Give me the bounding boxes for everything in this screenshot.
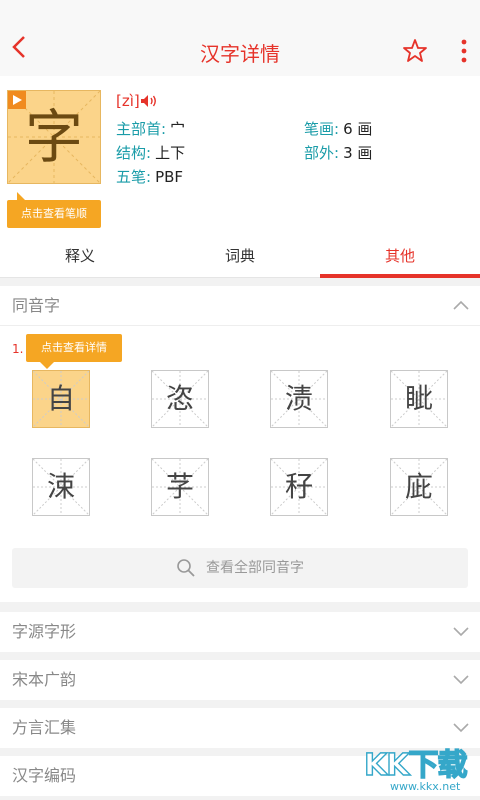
radical-value: 宀 bbox=[170, 120, 186, 138]
pinyin: [zì] bbox=[116, 92, 140, 110]
homophone-char: 恣 bbox=[165, 382, 194, 415]
app-header: 汉字详情 bbox=[0, 0, 480, 76]
tab-dictionary[interactable]: 词典 bbox=[160, 238, 320, 278]
homophone-char: 芓 bbox=[165, 470, 194, 503]
structure-label: 结构: bbox=[116, 144, 152, 162]
homophones-title: 同音字 bbox=[12, 296, 61, 315]
watermark-url: www.kkx.net bbox=[390, 780, 461, 793]
homophones-header[interactable]: 同音字 bbox=[0, 286, 480, 326]
radical-label: 主部首: bbox=[116, 120, 167, 138]
homophone-char-cell[interactable]: 秄 bbox=[270, 458, 328, 516]
tab-label: 释义 bbox=[64, 247, 95, 265]
strokes-row: 笔画: 6 画 bbox=[304, 118, 372, 139]
homophone-char-cell[interactable]: 渍 bbox=[270, 370, 328, 428]
homophone-char-cell[interactable]: 庛 bbox=[390, 458, 448, 516]
tab-label: 词典 bbox=[224, 247, 255, 265]
homophone-char: 庛 bbox=[404, 470, 433, 503]
outside-strokes-label: 部外: bbox=[304, 144, 340, 162]
structure-value: 上下 bbox=[155, 144, 186, 162]
chevron-down-icon bbox=[453, 723, 469, 733]
radical-row: 主部首: 宀 bbox=[116, 118, 185, 139]
strokes-label: 笔画: bbox=[304, 120, 340, 138]
chevron-down-icon bbox=[453, 627, 469, 637]
search-icon bbox=[177, 559, 195, 577]
chevron-down-icon bbox=[453, 675, 469, 685]
homophone-char: 渍 bbox=[284, 382, 313, 415]
detail-tooltip: 点击查看详情 bbox=[26, 334, 122, 369]
homophone-char: 秄 bbox=[284, 470, 313, 503]
character-box[interactable]: 字 bbox=[7, 90, 101, 184]
homophone-char-cell[interactable]: 眦 bbox=[390, 370, 448, 428]
section-title: 汉字编码 bbox=[12, 766, 77, 785]
homophone-char-cell[interactable]: 涑 bbox=[32, 458, 90, 516]
active-tab-indicator bbox=[320, 274, 480, 278]
view-all-homophones-button[interactable]: 查看全部同音字 bbox=[12, 548, 468, 588]
strokes-value: 6 画 bbox=[343, 120, 373, 138]
tab-label: 其他 bbox=[384, 247, 415, 265]
homophone-char-cell[interactable]: 自 bbox=[32, 370, 90, 428]
view-all-label: 查看全部同音字 bbox=[206, 560, 304, 576]
watermark-logo: KK下载 bbox=[363, 747, 468, 783]
homophone-char: 自 bbox=[46, 382, 75, 415]
speaker-icon[interactable] bbox=[140, 94, 158, 108]
character-card: 字 点击查看笔顺 [zì] 主部首: 宀 笔画: 6 画 结构: 上下 部外: 3 画 … bbox=[0, 76, 480, 238]
wubi-row: 五笔: PBF bbox=[116, 166, 183, 187]
section-title: 方言汇集 bbox=[12, 718, 77, 737]
homophone-char: 眦 bbox=[404, 382, 433, 415]
main-character: 字 bbox=[24, 103, 83, 171]
homophone-char: 涑 bbox=[46, 470, 75, 503]
stroke-order-button[interactable]: 点击查看笔顺 bbox=[7, 192, 101, 228]
section-title: 宋本广韵 bbox=[12, 670, 77, 689]
outside-strokes-row: 部外: 3 画 bbox=[304, 142, 372, 163]
tab-other[interactable]: 其他 bbox=[320, 238, 480, 278]
tab-definition[interactable]: 释义 bbox=[0, 238, 160, 278]
star-outline-icon[interactable] bbox=[402, 38, 428, 64]
section-title: 字源字形 bbox=[12, 622, 77, 641]
homophone-char-cell[interactable]: 芓 bbox=[151, 458, 209, 516]
wubi-value: PBF bbox=[155, 168, 184, 186]
section-glyph-origin[interactable]: 字源字形 bbox=[0, 612, 480, 652]
site-watermark: KK下载 www.kkx.net bbox=[360, 740, 478, 798]
homophones-panel: 同音字 1. 点击查看详情 自 恣 渍 眦涑 芓 秄 庛 查看全部同音字 bbox=[0, 286, 480, 602]
vertical-dots-icon[interactable] bbox=[454, 38, 474, 64]
chevron-up-icon[interactable] bbox=[452, 298, 470, 312]
tab-bar: 释义 词典 其他 bbox=[0, 238, 480, 278]
section-guangyun[interactable]: 宋本广韵 bbox=[0, 660, 480, 700]
wubi-label: 五笔: bbox=[116, 168, 152, 186]
homophone-char-cell[interactable]: 恣 bbox=[151, 370, 209, 428]
item-number: 1. bbox=[12, 342, 24, 356]
structure-row: 结构: 上下 bbox=[116, 142, 185, 163]
outside-strokes-value: 3 画 bbox=[343, 144, 373, 162]
